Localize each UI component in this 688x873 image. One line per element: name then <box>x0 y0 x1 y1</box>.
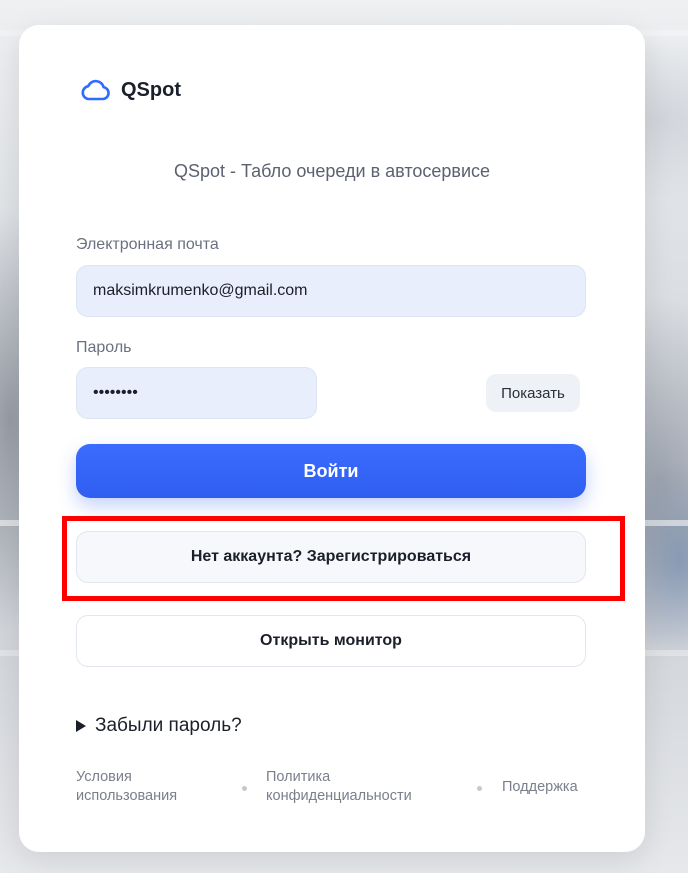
login-card: QSpot QSpot - Табло очереди в автосервис… <box>19 25 645 852</box>
login-button[interactable]: Войти <box>76 444 586 498</box>
password-label: Пароль <box>76 339 132 356</box>
privacy-link-line1: Политика <box>266 769 331 785</box>
highlight-box <box>62 516 625 601</box>
cloud-icon <box>79 78 111 102</box>
brand-header: QSpot <box>79 78 181 102</box>
support-link[interactable]: Поддержка <box>502 778 578 797</box>
footer-separator <box>477 786 482 791</box>
terms-link-line2: использования <box>76 788 178 804</box>
forgot-password-toggle[interactable]: Забыли пароль? <box>76 715 242 737</box>
triangle-right-icon <box>76 720 86 732</box>
terms-link-line1: Условия <box>76 769 132 785</box>
brand-name: QSpot <box>121 78 181 101</box>
privacy-link-line2: конфиденциальности <box>266 788 412 804</box>
terms-link[interactable]: Условия использования <box>76 768 177 806</box>
show-password-button[interactable]: Показать <box>486 374 580 412</box>
privacy-link[interactable]: Политика конфиденциальности <box>266 768 412 806</box>
open-monitor-button[interactable]: Открыть монитор <box>76 615 586 667</box>
page-subtitle: QSpot - Табло очереди в автосервисе <box>173 161 491 181</box>
forgot-password-label: Забыли пароль? <box>95 715 242 736</box>
password-field[interactable] <box>76 367 317 419</box>
footer-separator <box>242 786 247 791</box>
email-field[interactable] <box>76 265 586 317</box>
email-label: Электронная почта <box>76 236 219 253</box>
